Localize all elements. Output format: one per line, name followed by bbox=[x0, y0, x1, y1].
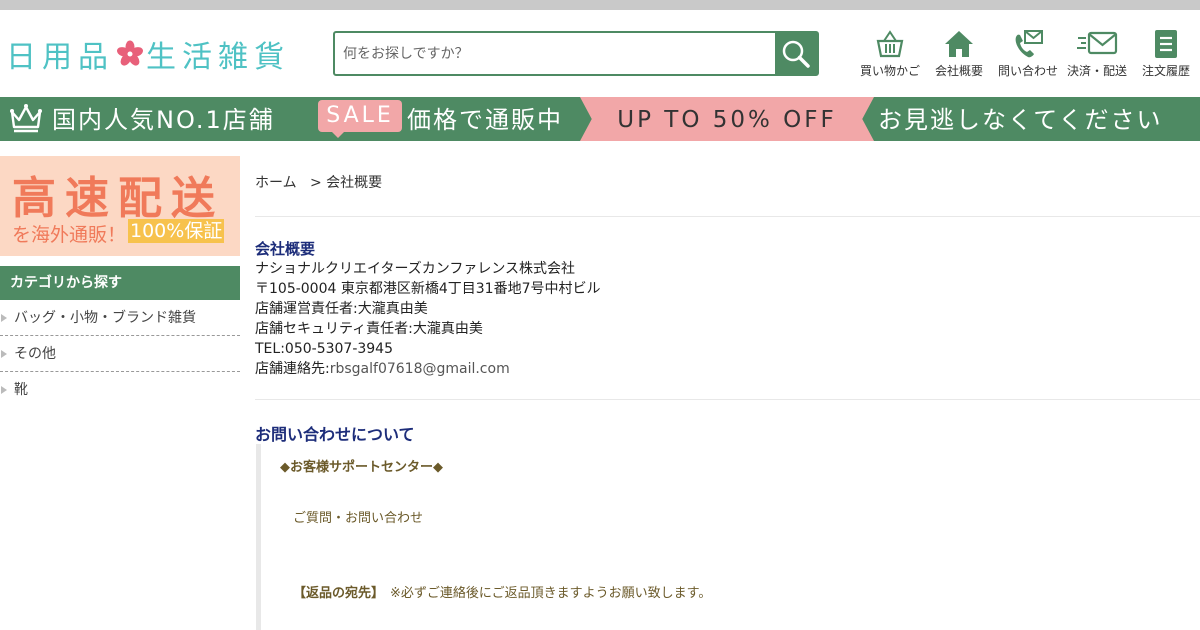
discount-ribbon: UP TO 50% OFF bbox=[580, 97, 874, 141]
breadcrumb-current: 会社概要 bbox=[326, 175, 383, 191]
company-heading: 会社概要 bbox=[255, 240, 316, 258]
header-nav: 買い物かご 会社概要 問い合わせ 決済・配送 注文履歴 bbox=[856, 29, 1200, 81]
nav-order-history[interactable]: 注文履歴 bbox=[1142, 29, 1190, 79]
top-strip bbox=[0, 0, 1200, 10]
cherry-blossom-icon bbox=[117, 40, 143, 66]
divider bbox=[255, 216, 1200, 217]
category-item-shoes[interactable]: 靴 bbox=[0, 372, 240, 408]
company-address: 〒105-0004 東京都港区新橋4丁目31番地7号中村ビル bbox=[255, 281, 601, 297]
search-button[interactable] bbox=[775, 33, 817, 74]
promo-small-text: を海外通販！ bbox=[12, 224, 127, 246]
sale-badge-tail bbox=[330, 130, 346, 138]
basket-icon bbox=[876, 30, 904, 58]
fast-delivery-promo[interactable]: 高速配送 を海外通販！ 100%保証 bbox=[0, 156, 240, 256]
banner-text-price: 価格で通販中 bbox=[407, 106, 563, 134]
nav-order-history-label: 注文履歴 bbox=[1142, 64, 1191, 78]
nav-company-label: 会社概要 bbox=[935, 64, 984, 78]
return-note: ※必ずご連絡後にご返品頂きますようお願い致します。 bbox=[390, 586, 712, 601]
nav-company[interactable]: 会社概要 bbox=[935, 29, 983, 79]
breadcrumb: ホーム > 会社概要 bbox=[255, 172, 382, 192]
company-name: ナショナルクリエイターズカンファレンス株式会社 bbox=[255, 261, 576, 277]
nav-contact-label: 問い合わせ bbox=[998, 64, 1059, 78]
promo-big-text: 高速配送 bbox=[12, 173, 224, 224]
breadcrumb-home[interactable]: ホーム bbox=[255, 175, 297, 191]
category-heading: カテゴリから探す bbox=[0, 266, 240, 300]
support-center-title: ◆お客様サポートセンター◆ bbox=[280, 460, 443, 475]
nav-cart[interactable]: 買い物かご bbox=[860, 29, 920, 79]
return-label: 【返品の宛先】 bbox=[293, 586, 385, 601]
nav-payment-shipping[interactable]: 決済・配送 bbox=[1067, 29, 1127, 79]
search-bar bbox=[333, 31, 819, 76]
crown-icon bbox=[10, 104, 42, 133]
banner-text-popular: 国内人気NO.1店舗 bbox=[52, 106, 275, 134]
site-logo[interactable]: 日用品 生活雑貨 bbox=[6, 34, 290, 75]
search-icon bbox=[782, 40, 810, 68]
nav-contact[interactable]: 問い合わせ bbox=[998, 29, 1058, 79]
fast-delivery-icon bbox=[1077, 31, 1118, 55]
inquiry-link[interactable]: ご質問・お問い合わせ bbox=[293, 507, 423, 526]
order-history-icon bbox=[1155, 30, 1177, 58]
breadcrumb-separator: > bbox=[301, 175, 327, 191]
return-address: 【返品の宛先】 ※必ずご連絡後にご返品頂きますようお願い致します。 bbox=[293, 582, 711, 601]
logo-text-right: 生活雑貨 bbox=[146, 40, 290, 75]
category-menu: カテゴリから探す バッグ・小物・ブランド雑貨 その他 靴 bbox=[0, 266, 240, 408]
nav-cart-label: 買い物かご bbox=[860, 64, 921, 78]
promo-banner[interactable]: 国内人気NO.1店舗 SALE 価格で通販中 UP TO 50% OFF お見逃… bbox=[0, 97, 1200, 141]
store-manager: 店舗運営責任者:大瀧真由美 bbox=[255, 301, 428, 317]
divider bbox=[255, 399, 1200, 400]
search-input[interactable] bbox=[335, 33, 775, 74]
sale-badge: SALE bbox=[318, 100, 402, 132]
company-info: ナショナルクリエイターズカンファレンス株式会社 〒105-0004 東京都港区新… bbox=[255, 259, 600, 379]
security-manager: 店舗セキュリティ責任者:大瀧真由美 bbox=[255, 321, 483, 337]
store-contact: 店舗連絡先:rbsgalf07618@gmail.com bbox=[255, 359, 600, 379]
category-item-other[interactable]: その他 bbox=[0, 336, 240, 372]
store-email[interactable]: rbsgalf07618@gmail.com bbox=[330, 361, 510, 377]
category-item-bags[interactable]: バッグ・小物・ブランド雑貨 bbox=[0, 300, 240, 336]
store-contact-label: 店舗連絡先: bbox=[255, 361, 330, 377]
home-icon bbox=[945, 31, 973, 57]
logo-text-left: 日用品 bbox=[6, 40, 114, 75]
company-tel: TEL:050-5307-3945 bbox=[255, 341, 393, 357]
promo-guarantee: 100%保証 bbox=[128, 219, 225, 243]
phone-mail-icon bbox=[1015, 30, 1043, 58]
banner-text-dontmiss: お見逃しなくてください bbox=[878, 106, 1163, 134]
nav-payment-shipping-label: 決済・配送 bbox=[1067, 64, 1128, 78]
contact-heading: お問い合わせについて bbox=[255, 425, 415, 444]
discount-ribbon-text: UP TO 50% OFF bbox=[617, 107, 837, 133]
